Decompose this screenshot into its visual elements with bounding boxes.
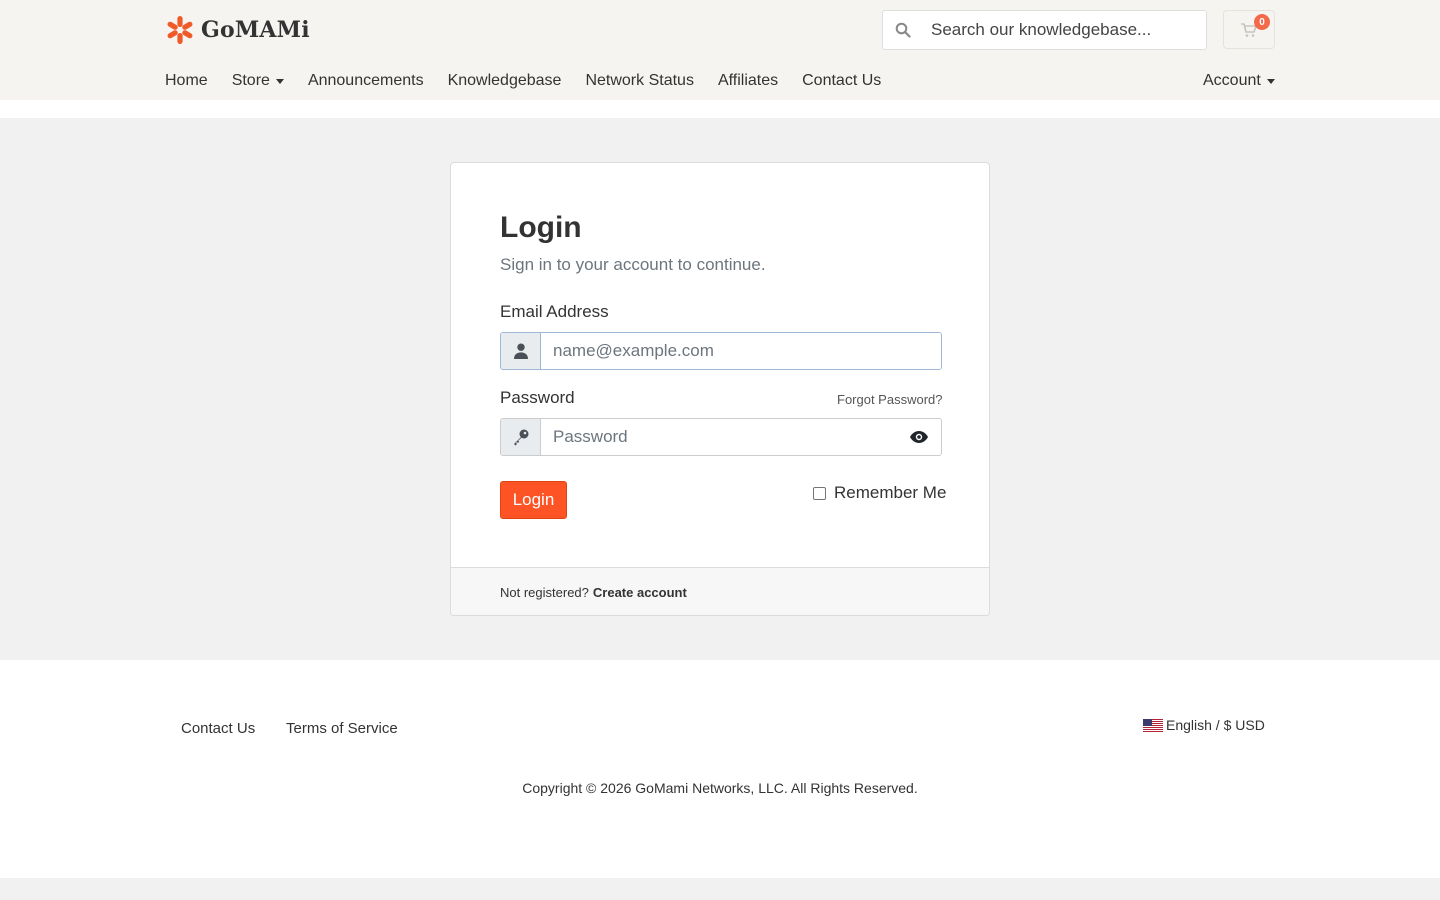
cart-count-badge: 0 [1254,14,1270,30]
email-field[interactable] [541,333,941,369]
brand-name: GoMAMi [201,17,310,43]
page-subtitle: Sign in to your account to continue. [500,255,766,274]
password-field[interactable] [541,419,897,455]
brand-logo[interactable]: GoMAMi [165,14,310,46]
nav-item-affiliates[interactable]: Affiliates [718,72,778,90]
nav-item-store[interactable]: Store [232,72,284,90]
account-menu[interactable]: Account [1203,70,1275,92]
card-footer: Not registered? Create account [451,567,989,615]
nav-label: Store [231,72,270,89]
main-nav: Home Store Announcements Knowledgebase N… [165,70,905,92]
language-label: English / $ USD [1166,717,1265,733]
nav-label: Knowledgebase [447,72,562,89]
site-footer: Contact Us Terms of Service English / $ … [0,660,1440,878]
knowledgebase-search [882,10,1207,50]
page-title: Login [500,211,582,244]
nav-item-contact-us[interactable]: Contact Us [802,72,881,90]
search-input[interactable] [931,20,1201,40]
account-label: Account [1203,72,1261,89]
site-header: GoMAMi 0 Home Store Announcements Knowle… [0,0,1440,100]
nav-item-network-status[interactable]: Network Status [585,72,693,90]
nav-item-home[interactable]: Home [165,72,208,90]
remember-me-checkbox[interactable] [813,486,826,500]
nav-label: Contact Us [802,72,882,89]
not-registered-text: Not registered? [500,585,589,600]
caret-down-icon [275,78,284,84]
caret-down-icon [1266,78,1275,84]
nav-label: Home [165,72,208,89]
password-label: Password [500,388,575,407]
cart-button[interactable]: 0 [1223,10,1275,49]
header-divider [0,100,1440,118]
nav-item-knowledgebase[interactable]: Knowledgebase [448,72,562,90]
remember-me-label: Remember Me [834,483,947,502]
search-icon[interactable] [883,11,923,49]
create-account-link[interactable]: Create account [593,585,687,600]
key-icon [501,419,541,455]
email-label: Email Address [500,302,609,321]
remember-me[interactable]: Remember Me [813,483,946,503]
password-input-group [500,418,942,456]
nav-label: Affiliates [717,72,779,89]
nav-item-announcements[interactable]: Announcements [308,72,424,90]
nav-label: Announcements [307,72,424,89]
show-password-eye-icon[interactable] [897,419,941,455]
language-currency-selector[interactable]: English / $ USD [1143,717,1265,733]
user-icon [501,333,541,369]
copyright-text: Copyright © 2026 GoMami Networks, LLC. A… [522,780,918,796]
email-input-group [500,332,942,370]
footer-link-terms-of-service[interactable]: Terms of Service [286,720,398,737]
footer-link-contact-us[interactable]: Contact Us [181,720,255,737]
nav-label: Network Status [585,72,694,89]
forgot-password-link[interactable]: Forgot Password? [837,392,943,407]
us-flag-icon [1143,718,1163,732]
login-card: Login Sign in to your account to continu… [450,162,990,616]
login-button[interactable]: Login [500,481,567,519]
asterisk-logo-icon [167,16,193,44]
